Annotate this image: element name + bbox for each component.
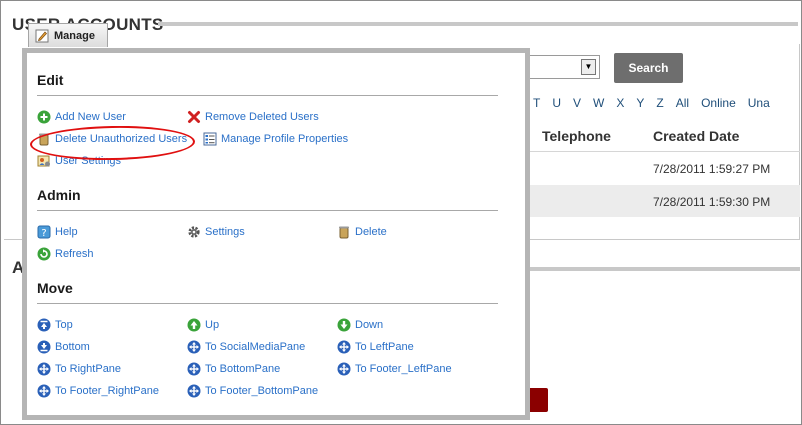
manage-menu: Edit Add New User Remove Deleted Users D… xyxy=(22,48,530,420)
move-pane-icon xyxy=(37,384,51,398)
move-down-icon xyxy=(337,318,351,332)
menu-item-label: Refresh xyxy=(55,248,94,260)
menu-item-manage-profile-properties[interactable]: Manage Profile Properties xyxy=(203,132,348,146)
letter-filter-item[interactable]: Y xyxy=(636,96,644,110)
menu-item-refresh[interactable]: Refresh xyxy=(37,247,94,261)
table-cell-created-date: 7/28/2011 1:59:30 PM xyxy=(653,195,771,209)
column-header-telephone[interactable]: Telephone xyxy=(542,128,611,144)
letter-filter-item[interactable]: V xyxy=(573,96,581,110)
move-top-icon xyxy=(37,318,51,332)
menu-item-move-down[interactable]: Down xyxy=(337,318,383,332)
chevron-down-icon[interactable]: ▼ xyxy=(581,59,596,75)
menu-item-label: To Footer_LeftPane xyxy=(355,363,452,375)
profile-properties-icon xyxy=(203,132,217,146)
menu-item-move-bottompane[interactable]: To BottomPane xyxy=(187,362,280,376)
section-divider xyxy=(37,95,498,96)
menu-item-settings[interactable]: Settings xyxy=(187,225,245,239)
letter-filter: T U V W X Y Z All Online Una xyxy=(533,96,782,110)
menu-item-move-up[interactable]: Up xyxy=(187,318,219,332)
menu-item-label: Add New User xyxy=(55,111,126,123)
section-title-move: Move xyxy=(37,280,73,296)
menu-item-label: To Footer_RightPane xyxy=(55,385,159,397)
user-settings-icon xyxy=(37,155,50,167)
menu-item-move-footer-rightpane[interactable]: To Footer_RightPane xyxy=(37,384,159,398)
menu-item-user-settings[interactable]: User Settings xyxy=(37,154,121,168)
menu-item-move-rightpane[interactable]: To RightPane xyxy=(37,362,121,376)
menu-item-label: Delete xyxy=(355,226,387,238)
menu-item-add-new-user[interactable]: Add New User xyxy=(37,110,126,124)
trash-icon xyxy=(339,226,349,239)
move-pane-icon xyxy=(37,362,51,376)
menu-item-label: Help xyxy=(55,226,78,238)
menu-item-move-socialmediapane[interactable]: To SocialMediaPane xyxy=(187,340,305,354)
add-icon xyxy=(37,110,51,124)
menu-item-label: To RightPane xyxy=(55,363,122,375)
trash-icon xyxy=(39,133,49,146)
menu-item-label: Settings xyxy=(205,226,245,238)
move-pane-icon xyxy=(337,362,351,376)
move-bottom-icon xyxy=(37,340,51,354)
menu-item-label: Bottom xyxy=(55,341,90,353)
menu-item-label: Manage Profile Properties xyxy=(221,133,349,145)
menu-item-move-leftpane[interactable]: To LeftPane xyxy=(337,340,414,354)
section-divider xyxy=(37,210,498,211)
search-button[interactable]: Search xyxy=(614,53,683,83)
pencil-icon xyxy=(35,29,49,42)
menu-item-label: To BottomPane xyxy=(205,363,281,375)
letter-filter-item[interactable]: T xyxy=(533,96,540,110)
letter-filter-online[interactable]: Online xyxy=(701,96,736,110)
table-cell-created-date: 7/28/2011 1:59:27 PM xyxy=(653,162,771,176)
letter-filter-unauthorized[interactable]: Una xyxy=(748,96,770,110)
menu-item-label: User Settings xyxy=(55,155,122,167)
remove-x-icon xyxy=(188,111,200,123)
menu-item-help[interactable]: ? Help xyxy=(37,225,78,239)
search-field-select[interactable]: ▼ xyxy=(520,55,600,79)
svg-text:?: ? xyxy=(41,228,46,239)
move-pane-icon xyxy=(187,384,201,398)
move-pane-icon xyxy=(337,340,351,354)
menu-item-label: Down xyxy=(355,319,384,331)
menu-item-label: Delete Unauthorized Users xyxy=(55,133,188,145)
letter-filter-item[interactable]: Z xyxy=(656,96,663,110)
menu-item-label: To Footer_BottomPane xyxy=(205,385,319,397)
section-rule xyxy=(524,267,800,271)
letter-filter-item[interactable]: X xyxy=(616,96,624,110)
header-divider xyxy=(524,151,800,152)
manage-label: Manage xyxy=(54,29,95,42)
refresh-icon xyxy=(37,247,51,261)
menu-item-move-bottom[interactable]: Bottom xyxy=(37,340,90,354)
menu-item-move-top[interactable]: Top xyxy=(37,318,73,332)
gear-icon xyxy=(188,226,200,238)
manage-button[interactable]: Manage xyxy=(28,23,108,47)
menu-item-move-footer-bottompane[interactable]: To Footer_BottomPane xyxy=(187,384,318,398)
letter-filter-item[interactable]: U xyxy=(552,96,561,110)
menu-item-move-footer-leftpane[interactable]: To Footer_LeftPane xyxy=(337,362,452,376)
section-title-admin: Admin xyxy=(37,187,81,203)
menu-item-label: To SocialMediaPane xyxy=(205,341,306,353)
menu-item-label: To LeftPane xyxy=(355,341,414,353)
title-rule xyxy=(158,22,798,26)
column-header-created-date[interactable]: Created Date xyxy=(653,128,739,144)
move-pane-icon xyxy=(187,340,201,354)
menu-item-label: Top xyxy=(55,319,73,331)
menu-item-remove-deleted-users[interactable]: Remove Deleted Users xyxy=(187,110,319,124)
move-up-icon xyxy=(187,318,201,332)
letter-filter-all[interactable]: All xyxy=(676,96,689,110)
menu-item-delete-unauthorized-users[interactable]: Delete Unauthorized Users xyxy=(37,132,187,146)
section-title-edit: Edit xyxy=(37,72,64,88)
section-divider xyxy=(37,303,498,304)
help-icon: ? xyxy=(37,225,51,239)
menu-item-delete[interactable]: Delete xyxy=(337,225,387,239)
letter-filter-item[interactable]: W xyxy=(593,96,604,110)
move-pane-icon xyxy=(187,362,201,376)
menu-item-label: Up xyxy=(205,319,220,331)
menu-item-label: Remove Deleted Users xyxy=(205,111,319,123)
